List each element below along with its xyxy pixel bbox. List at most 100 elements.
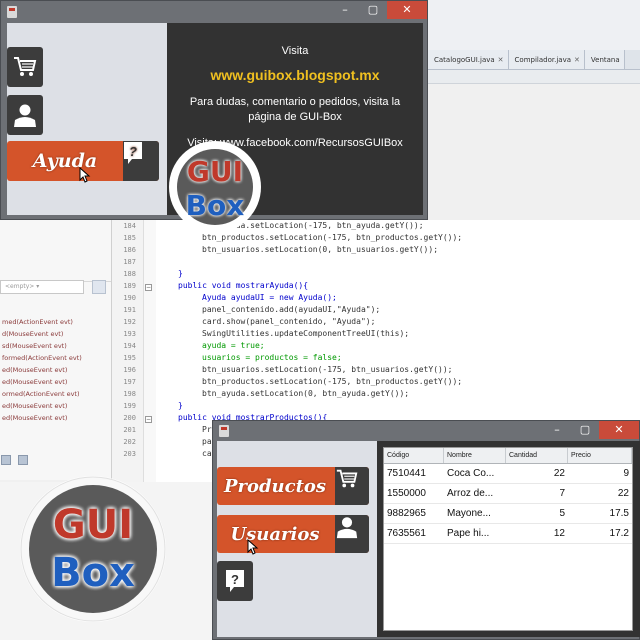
minimize-button[interactable]: – xyxy=(331,1,359,19)
products-panel: Código Nombre Cantidad Precio 7510441 Co… xyxy=(377,441,640,637)
help-tile[interactable]: ? xyxy=(217,561,253,601)
fold-toggle-icon[interactable]: − xyxy=(145,416,152,423)
cart-icon xyxy=(14,57,37,76)
help-button-label: Ayuda xyxy=(32,150,98,172)
cell-nombre: Coca Co... xyxy=(447,468,495,479)
column-header-precio[interactable]: Precio xyxy=(568,448,632,463)
line-number: 202 xyxy=(123,438,136,446)
side-menu: Productos Usuarios ? xyxy=(217,441,377,637)
window-titlebar[interactable]: – ▢ ✕ xyxy=(1,1,427,23)
fold-margin xyxy=(144,220,156,482)
close-icon[interactable]: ✕ xyxy=(574,56,580,64)
visit-label: Visita xyxy=(281,45,309,57)
line-number: 195 xyxy=(123,354,136,362)
tab-label: Ventana xyxy=(590,56,620,64)
users-tile[interactable] xyxy=(7,95,43,135)
java-icon xyxy=(219,425,229,437)
navigator-header xyxy=(0,220,111,282)
line-number: 189 xyxy=(123,282,136,290)
mouse-cursor-icon xyxy=(79,167,91,183)
line-number: 192 xyxy=(123,318,136,326)
ide-toolbar-area xyxy=(428,0,640,50)
cell-codigo: 7635561 xyxy=(387,528,426,539)
fold-toggle-icon[interactable]: − xyxy=(145,284,152,291)
line-number: 194 xyxy=(123,342,136,350)
help-icon: ? xyxy=(226,570,244,592)
user-icon xyxy=(336,517,358,539)
line-number: 199 xyxy=(123,402,136,410)
code-line: pa xyxy=(202,437,212,446)
line-number: 200 xyxy=(123,414,136,422)
close-button[interactable]: ✕ xyxy=(387,1,427,19)
svg-text:?: ? xyxy=(231,572,239,587)
guibox-logo-small: GUI Box xyxy=(169,141,261,233)
guibox-logo-large-icon xyxy=(20,476,166,622)
code-line: usuarios = productos = false; xyxy=(202,353,342,362)
products-tile[interactable] xyxy=(7,47,43,87)
tab-ventana[interactable]: Ventana xyxy=(584,50,625,69)
cell-codigo: 9882965 xyxy=(387,508,426,519)
navigator-event-item[interactable]: ed(MouseEvent evt) xyxy=(0,402,100,414)
code-line: btn_usuarios.setLocation(0, btn_usuarios… xyxy=(202,245,439,254)
cell-precio: 17.2 xyxy=(609,528,629,539)
cell-nombre: Mayone... xyxy=(447,508,491,519)
cell-precio: 22 xyxy=(617,488,629,499)
line-number: 185 xyxy=(123,234,136,242)
editor-tabs: CatalogoGUI.java ✕ Compilador.java ✕ Venta… xyxy=(428,50,640,70)
column-header-nombre[interactable]: Nombre xyxy=(444,448,506,463)
code-line: btn_productos.setLocation(-175, btn_prod… xyxy=(202,233,463,242)
cell-cantidad: 5 xyxy=(559,508,565,519)
tab-compilador[interactable]: Compilador.java ✕ xyxy=(508,50,585,69)
cell-nombre: Arroz de... xyxy=(447,488,494,499)
side-menu: Ayuda ? xyxy=(7,23,167,215)
navigator-event-item[interactable]: sd(MouseEvent evt) xyxy=(0,342,100,354)
line-number: 187 xyxy=(123,258,136,266)
code-line: btn_usuarios.setLocation(-175, btn_usuar… xyxy=(202,365,453,374)
close-icon[interactable]: ✕ xyxy=(498,56,504,64)
logo-large-text-bottom: Box xyxy=(51,550,135,596)
products-table[interactable]: Código Nombre Cantidad Precio 7510441 Co… xyxy=(383,447,633,631)
blog-url-link[interactable]: www.guibox.blogspot.mx xyxy=(167,67,423,83)
users-button[interactable]: Usuarios xyxy=(217,515,369,553)
tab-label: CatalogoGUI.java xyxy=(434,56,495,64)
table-row[interactable]: 1550000 Arroz de... 7 22 xyxy=(384,484,632,504)
navigator-event-item[interactable]: ed(MouseEvent evt) xyxy=(0,378,100,390)
navigator-options-button[interactable] xyxy=(92,280,106,294)
line-number: 198 xyxy=(123,390,136,398)
cart-icon xyxy=(336,469,358,488)
table-row[interactable]: 7510441 Coca Co... 22 9 xyxy=(384,464,632,484)
users-button-label: Usuarios xyxy=(230,523,320,545)
products-button-label: Productos xyxy=(223,475,327,497)
table-row[interactable]: 7635561 Pape hi... 12 17.2 xyxy=(384,524,632,544)
code-line: } xyxy=(178,401,183,410)
filter-icon[interactable] xyxy=(1,455,11,465)
tab-catalogogui[interactable]: CatalogoGUI.java ✕ xyxy=(428,50,509,69)
cell-cantidad: 22 xyxy=(553,468,565,479)
navigator-event-item[interactable]: ed(MouseEvent evt) xyxy=(0,366,100,378)
line-number: 203 xyxy=(123,450,136,458)
code-line: ca xyxy=(202,449,212,458)
cell-codigo: 1550000 xyxy=(387,488,426,499)
help-button-cap: ? xyxy=(123,141,159,181)
column-header-codigo[interactable]: Código xyxy=(384,448,444,463)
maximize-button[interactable]: ▢ xyxy=(359,1,387,19)
column-header-cantidad[interactable]: Cantidad xyxy=(506,448,568,463)
navigator-event-item[interactable]: med(ActionEvent evt) xyxy=(0,318,100,330)
navigator-combo[interactable]: <empty> ▾ xyxy=(0,280,84,294)
user-icon xyxy=(14,104,36,127)
code-line: } xyxy=(178,269,183,278)
line-number: 186 xyxy=(123,246,136,254)
products-button[interactable]: Productos xyxy=(217,467,369,505)
table-row[interactable]: 9882965 Mayone... 5 17.5 xyxy=(384,504,632,524)
navigator-event-item[interactable]: d(MouseEvent evt) xyxy=(0,330,100,342)
navigator-event-item[interactable]: formed(ActionEvent evt) xyxy=(0,354,100,366)
java-icon xyxy=(7,6,17,18)
navigator-event-item[interactable]: ormed(ActionEvent evt) xyxy=(0,390,100,402)
navigator-event-item[interactable]: ed(MouseEvent evt) xyxy=(0,414,100,426)
code-line: Pr xyxy=(202,425,212,434)
close-button[interactable]: ✕ xyxy=(599,421,639,439)
sort-icon[interactable] xyxy=(18,455,29,465)
minimize-button[interactable]: – xyxy=(543,421,571,439)
maximize-button[interactable]: ▢ xyxy=(571,421,599,439)
window-titlebar[interactable]: – ▢ ✕ xyxy=(213,421,639,441)
